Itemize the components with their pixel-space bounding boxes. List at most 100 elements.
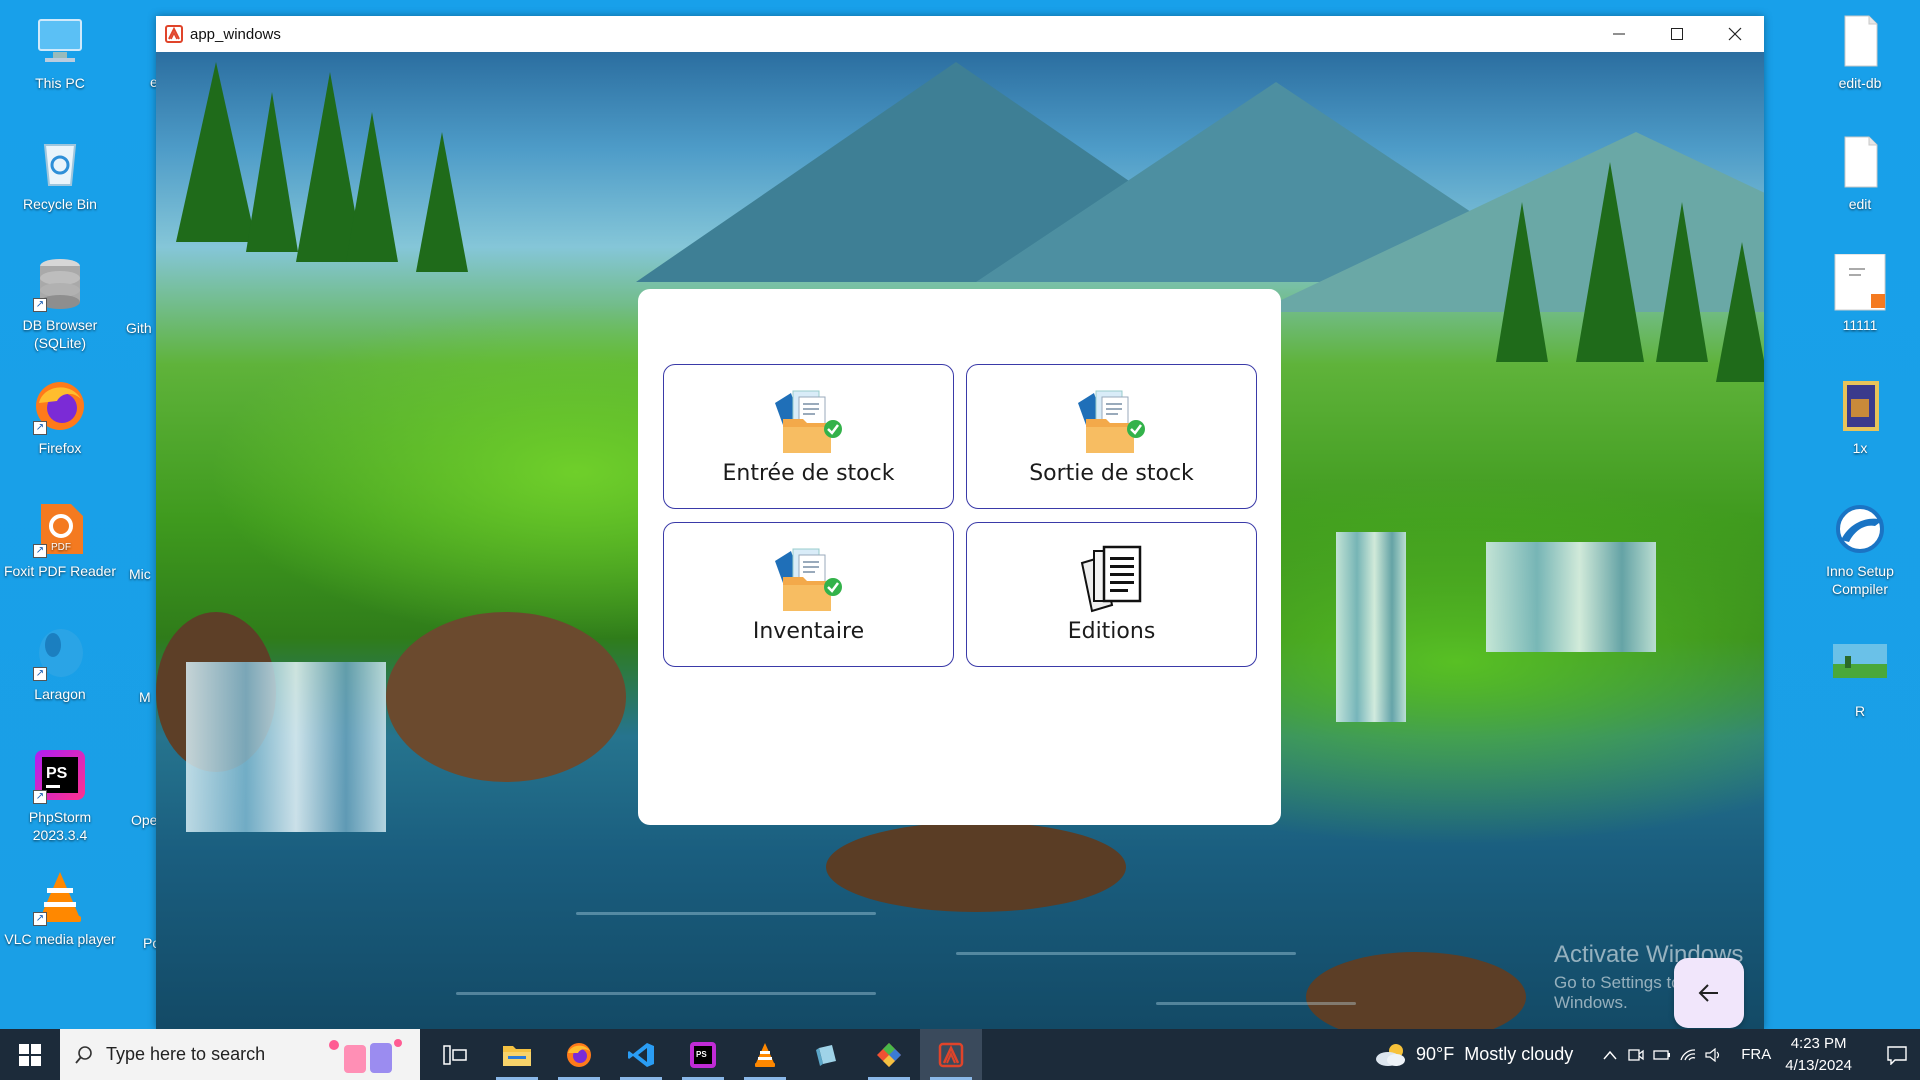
show-hidden-icons-button[interactable]: [1597, 1029, 1623, 1080]
inventory-button[interactable]: Inventaire: [663, 522, 954, 667]
close-icon: [1728, 27, 1742, 41]
notifications-button[interactable]: [1874, 1029, 1920, 1080]
desktop-icon-label: Laragon: [34, 686, 86, 702]
git-app-icon: [877, 1042, 901, 1067]
taskbar-vscode[interactable]: [610, 1029, 672, 1080]
desktop-icon-this-pc[interactable]: This PC: [0, 12, 120, 92]
clock-date: 4/13/2024: [1785, 1056, 1852, 1074]
network-button[interactable]: [1675, 1029, 1701, 1080]
desktop-icon-foxit[interactable]: PDF ↗ Foxit PDF Reader: [0, 500, 120, 580]
desktop-icon-db-browser[interactable]: ↗ DB Browser (SQLite): [0, 254, 120, 352]
menu-item-label: Editions: [1067, 619, 1156, 644]
taskbar-app-generic[interactable]: [796, 1029, 858, 1080]
windows-logo-icon: [19, 1043, 41, 1066]
desktop-icon-vlc[interactable]: ↗ VLC media player: [0, 868, 120, 948]
app-logo-icon: [164, 24, 184, 44]
taskbar-search-box[interactable]: Type here to search: [60, 1029, 420, 1080]
speaker-icon: [1705, 1047, 1720, 1062]
desktop-icon-label: 1x: [1852, 440, 1868, 456]
desktop-icon-label: Firefox: [38, 440, 82, 456]
window-titlebar[interactable]: app_windows: [156, 16, 1764, 52]
file-explorer-icon: [503, 1045, 531, 1066]
desktop-icon-edit[interactable]: edit: [1800, 133, 1920, 213]
app-logo-icon: [938, 1042, 964, 1067]
desktop-icon-r[interactable]: R: [1800, 640, 1920, 720]
battery-button[interactable]: [1649, 1029, 1675, 1080]
meet-now-button[interactable]: [1623, 1029, 1649, 1080]
database-icon: ↗: [31, 254, 89, 312]
taskbar-firefox[interactable]: [548, 1029, 610, 1080]
start-button[interactable]: [0, 1029, 60, 1080]
cube-app-icon: [816, 1044, 836, 1066]
menu-item-label: Entrée de stock: [722, 461, 895, 486]
folder-documents-check-icon: [1077, 390, 1145, 453]
partial-desktop-label: Ope: [131, 812, 158, 828]
firefox-icon: [567, 1042, 591, 1067]
desktop-icon-firefox[interactable]: ↗ Firefox: [0, 377, 120, 457]
taskbar-file-explorer[interactable]: [486, 1029, 548, 1080]
taskbar-phpstorm[interactable]: PS: [672, 1029, 734, 1080]
firefox-icon: ↗: [31, 377, 89, 435]
taskbar-git-app[interactable]: [858, 1029, 920, 1080]
arrow-left-icon: [1698, 984, 1718, 1002]
phpstorm-icon: PS ↗: [31, 746, 89, 804]
recycle-bin-icon: [31, 133, 89, 191]
folder-documents-check-icon: [774, 390, 842, 453]
back-button[interactable]: [1674, 958, 1744, 1028]
camera-icon: [1628, 1048, 1644, 1061]
taskbar-app-windows[interactable]: [920, 1029, 982, 1080]
input-language[interactable]: FRA: [1741, 1046, 1771, 1063]
search-highlight-luggage-icon: [329, 1039, 402, 1073]
desktop-icon-inno-setup[interactable]: Inno Setup Compiler: [1800, 500, 1920, 598]
desktop-icon-label: edit: [1848, 196, 1872, 212]
weather-temp: 90°F: [1416, 1044, 1455, 1064]
partial-desktop-label: Mic: [129, 566, 151, 582]
minimize-button[interactable]: [1590, 16, 1648, 52]
desktop-icon-11111[interactable]: 11111: [1800, 253, 1920, 334]
stock-exit-button[interactable]: Sortie de stock: [966, 364, 1257, 509]
chevron-up-icon: [1603, 1050, 1617, 1059]
notification-icon: [1887, 1045, 1907, 1065]
desktop-icon-label: Inno Setup Compiler: [1826, 563, 1894, 597]
vscode-icon: [628, 1042, 654, 1067]
image-thumbnail-icon: [1831, 640, 1889, 698]
svg-text:PS: PS: [46, 765, 68, 782]
maximize-button[interactable]: [1648, 16, 1706, 52]
menu-item-label: Sortie de stock: [1029, 461, 1194, 486]
close-button[interactable]: [1706, 16, 1764, 52]
computer-icon: [31, 12, 89, 70]
folder-documents-check-icon: [774, 548, 842, 611]
desktop-icon-recycle-bin[interactable]: Recycle Bin: [0, 133, 120, 213]
taskbar-vlc[interactable]: [734, 1029, 796, 1080]
pdf-reader-icon: PDF ↗: [31, 500, 89, 558]
svg-text:PDF: PDF: [51, 542, 71, 553]
clock-time: 4:23 PM: [1790, 1034, 1847, 1052]
desktop-icon-label: This PC: [35, 75, 85, 91]
volume-button[interactable]: [1701, 1029, 1727, 1080]
inno-setup-icon: [1831, 500, 1889, 558]
desktop-icon-label: 11111: [1842, 317, 1878, 333]
system-tray: 90°F Mostly cloudy FRA 4:23 PM 4/13/2024: [1374, 1029, 1920, 1080]
document-icon: [1831, 12, 1889, 70]
desktop-icon-label: Recycle Bin: [23, 196, 97, 212]
editions-button[interactable]: Editions: [966, 522, 1257, 667]
desktop-icon-label: Foxit PDF Reader: [3, 563, 117, 579]
vlc-icon: [755, 1042, 775, 1067]
stock-entry-button[interactable]: Entrée de stock: [663, 364, 954, 509]
taskbar-clock[interactable]: 4:23 PM 4/13/2024: [1785, 1033, 1852, 1077]
search-placeholder: Type here to search: [106, 1044, 266, 1064]
partial-desktop-label: Gith: [126, 320, 152, 336]
desktop-icon-label: PhpStorm 2023.3.4: [28, 809, 92, 843]
cloudy-weather-icon: [1376, 1043, 1405, 1066]
desktop-icon-phpstorm[interactable]: PS ↗ PhpStorm 2023.3.4: [0, 746, 120, 844]
desktop-icon-1x[interactable]: 1x: [1800, 377, 1920, 457]
battery-icon: [1653, 1049, 1671, 1060]
desktop-icon-edit-db[interactable]: edit-db: [1800, 12, 1920, 92]
document-icon: [1831, 133, 1889, 191]
weather-widget[interactable]: 90°F Mostly cloudy: [1374, 1042, 1573, 1068]
desktop-icon-laragon[interactable]: ↗ Laragon: [0, 623, 120, 703]
maximize-icon: [1671, 28, 1683, 40]
phpstorm-icon: PS: [690, 1041, 716, 1068]
minimize-icon: [1613, 33, 1625, 35]
taskbar-task-view-button[interactable]: [424, 1029, 486, 1080]
